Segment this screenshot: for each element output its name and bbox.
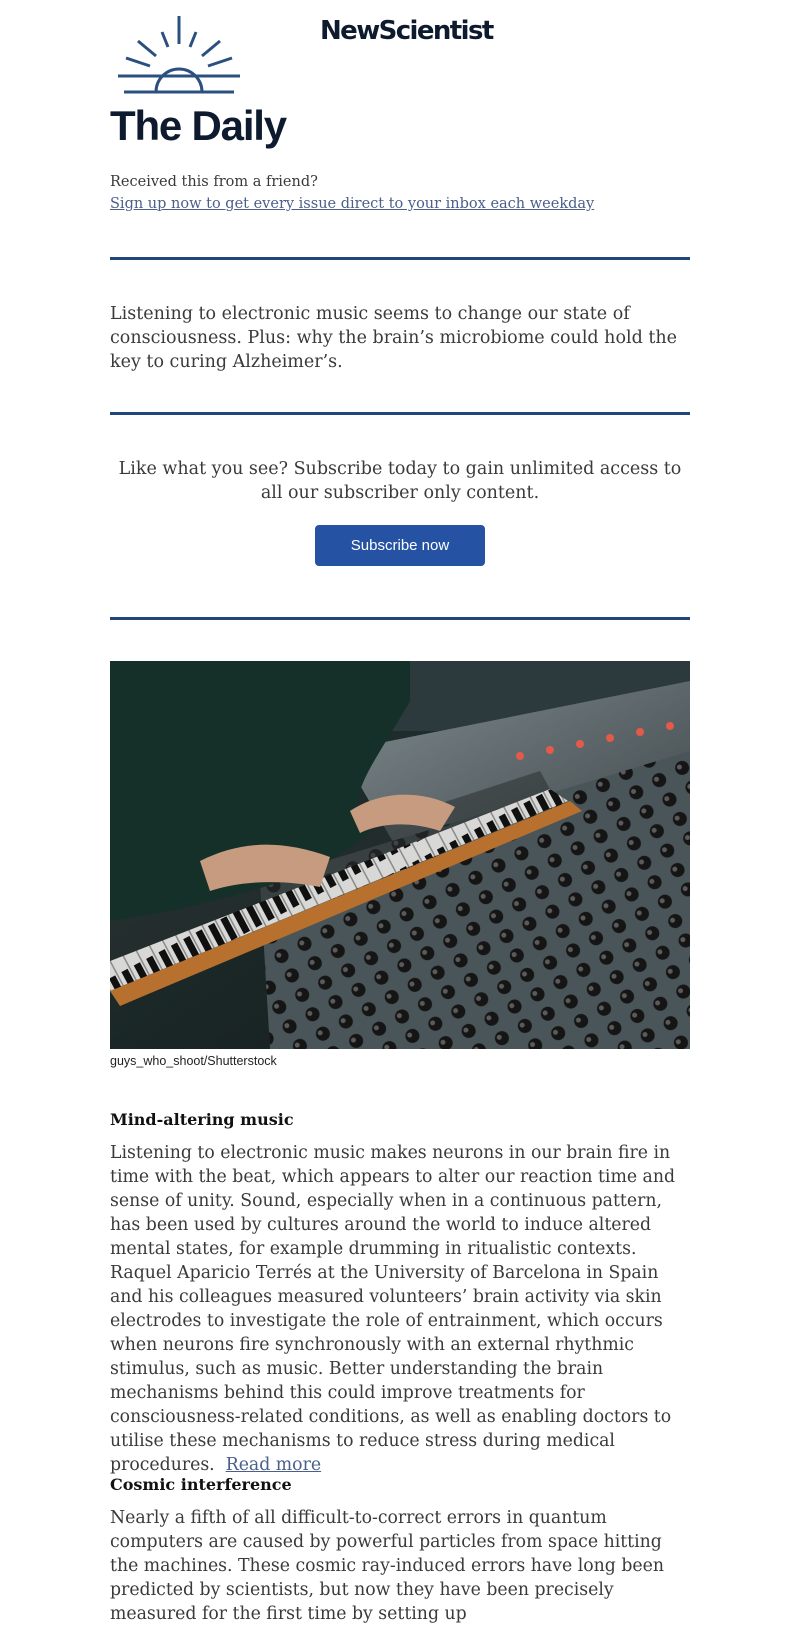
newsletter-title: The Daily (110, 102, 287, 149)
story-text: Nearly a fifth of all difficult-to-corre… (110, 1508, 664, 1624)
divider (110, 412, 690, 415)
hero-image-synthesizer (110, 661, 690, 1049)
newscientist-logo[interactable]: NewScientist (320, 16, 494, 46)
subscribe-now-button[interactable]: Subscribe now (315, 525, 485, 566)
signup-link[interactable]: Sign up now to get every issue direct to… (110, 196, 594, 212)
story-body: Listening to electronic music makes neur… (110, 1141, 694, 1477)
story-headline: Mind-altering music (110, 1110, 294, 1129)
masthead: NewScientist The Daily (110, 0, 690, 160)
newsletter: NewScientist The Daily Received this fro… (110, 0, 690, 1624)
divider (110, 617, 690, 620)
intro-summary: Listening to electronic music seems to c… (110, 304, 678, 372)
received-text: Received this from a friend? (110, 174, 318, 190)
sunrise-icon (118, 16, 240, 94)
read-more-link[interactable]: Read more (226, 1455, 321, 1475)
story-body: Nearly a fifth of all difficult-to-corre… (110, 1506, 694, 1626)
subscribe-promo-text: Like what you see? Subscribe today to ga… (118, 459, 682, 503)
divider (110, 257, 690, 260)
image-credit: guys_who_shoot/Shutterstock (110, 1054, 277, 1068)
story-text: Listening to electronic music makes neur… (110, 1143, 676, 1475)
story-headline: Cosmic interference (110, 1475, 292, 1494)
